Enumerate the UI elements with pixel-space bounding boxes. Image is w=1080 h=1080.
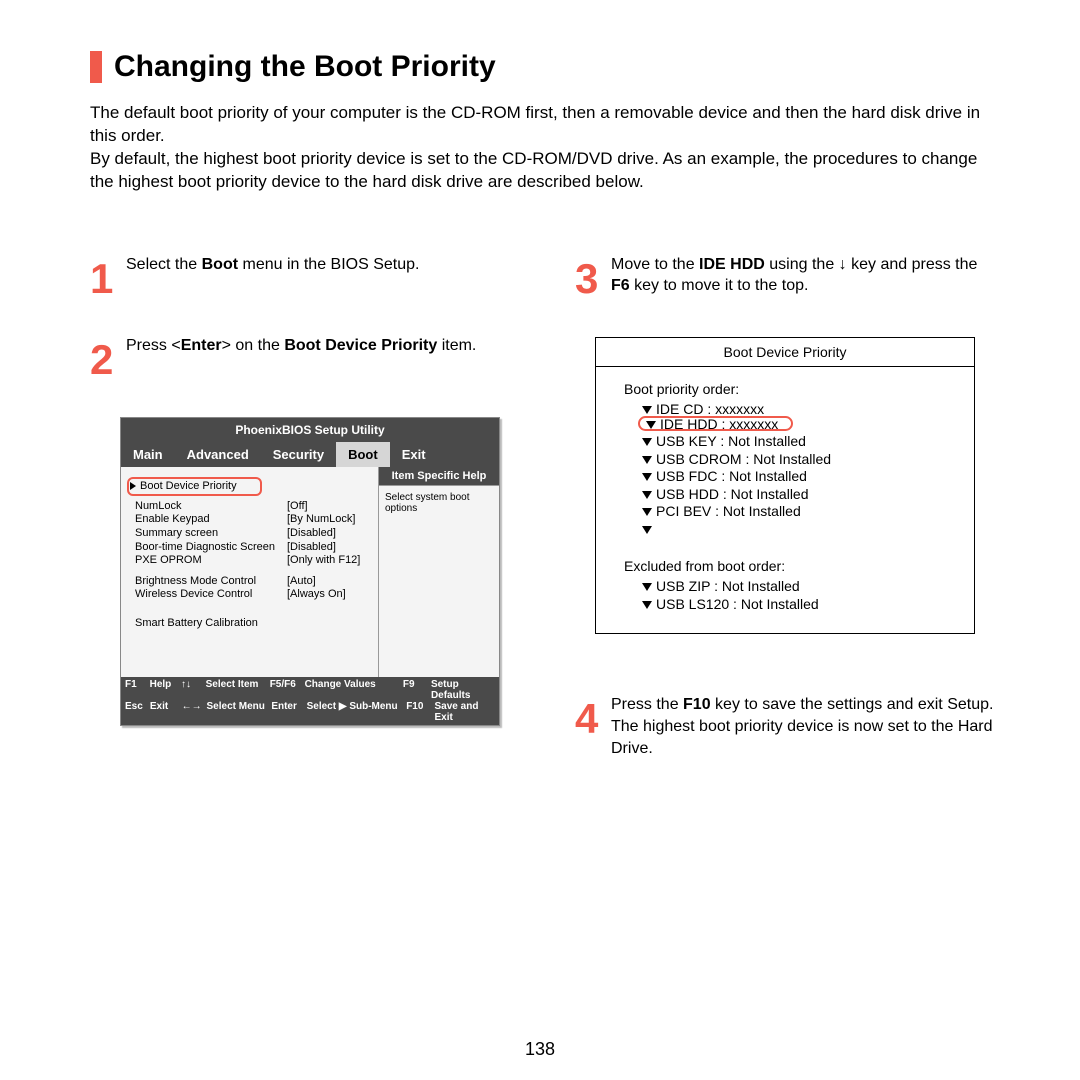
bios-row[interactable]: Smart Battery Calibration: [127, 617, 372, 630]
priority-item[interactable]: PCI BEV : Not Installed: [642, 503, 946, 521]
triangle-right-icon: [130, 482, 136, 490]
step-3-body: Move to the IDE HDD using the ↓ key and …: [611, 254, 1000, 297]
page-title-row: Changing the Boot Priority: [90, 50, 1000, 84]
bios-row[interactable]: PXE OPROM[Only with F12]: [127, 554, 372, 567]
triangle-down-icon: [642, 406, 652, 414]
priority-item[interactable]: IDE CD : xxxxxxx: [642, 401, 946, 419]
triangle-down-icon: [642, 601, 652, 609]
ide-hdd-highlight[interactable]: IDE HDD : xxxxxxx: [638, 416, 793, 431]
step-number: 2: [90, 335, 126, 377]
bios-row[interactable]: Boor-time Diagnostic Screen[Disabled]: [127, 541, 372, 554]
step-3: 3 Move to the IDE HDD using the ↓ key an…: [575, 254, 1000, 297]
tab-security[interactable]: Security: [261, 442, 336, 467]
bios-help-body: Select system boot options: [379, 485, 499, 520]
step-number: 1: [90, 254, 126, 296]
triangle-down-icon: [642, 438, 652, 446]
step-4-body: Press the F10 key to save the settings a…: [611, 694, 1000, 759]
boot-priority-title: Boot Device Priority: [596, 338, 974, 367]
excluded-label: Excluded from boot order:: [624, 558, 946, 574]
step-1-body: Select the Boot menu in the BIOS Setup.: [126, 254, 419, 296]
priority-item[interactable]: USB KEY : Not Installed: [642, 433, 946, 451]
tab-exit[interactable]: Exit: [390, 442, 438, 467]
triangle-down-icon: [642, 583, 652, 591]
triangle-down-icon: [642, 508, 652, 516]
bios-row[interactable]: NumLock[Off]: [127, 500, 372, 513]
triangle-down-icon: [642, 526, 652, 534]
bios-footer: F1 Help ↑↓ Select Item F5/F6 Change Valu…: [121, 677, 499, 725]
page-number: 138: [0, 1039, 1080, 1060]
boot-priority-order-label: Boot priority order:: [624, 381, 946, 397]
step-4: 4 Press the F10 key to save the settings…: [575, 694, 1000, 759]
bios-row[interactable]: Enable Keypad[By NumLock]: [127, 513, 372, 526]
bios-row[interactable]: Wireless Device Control[Always On]: [127, 588, 372, 601]
triangle-down-icon: [642, 456, 652, 464]
tab-boot[interactable]: Boot: [336, 442, 390, 467]
triangle-down-icon: [646, 421, 656, 429]
step-number: 4: [575, 694, 611, 759]
bios-help-pane: Item Specific Help Select system boot op…: [379, 467, 499, 677]
page-title: Changing the Boot Priority: [114, 50, 496, 84]
triangle-down-icon: [642, 491, 652, 499]
bios-help-header: Item Specific Help: [379, 467, 499, 485]
boot-priority-box: Boot Device Priority Boot priority order…: [595, 337, 975, 635]
priority-item[interactable]: USB FDC : Not Installed: [642, 468, 946, 486]
priority-item[interactable]: USB CDROM : Not Installed: [642, 451, 946, 469]
title-accent-bar: [90, 51, 102, 83]
bios-row[interactable]: Brightness Mode Control[Auto]: [127, 575, 372, 588]
bios-title: PhoenixBIOS Setup Utility: [121, 418, 499, 442]
intro-p2: By default, the highest boot priority de…: [90, 149, 977, 191]
right-column: 3 Move to the IDE HDD using the ↓ key an…: [575, 254, 1000, 799]
bios-tabs: Main Advanced Security Boot Exit: [121, 442, 499, 467]
intro-text: The default boot priority of your comput…: [90, 102, 1000, 194]
excluded-item[interactable]: USB LS120 : Not Installed: [642, 596, 946, 614]
tab-main[interactable]: Main: [121, 442, 175, 467]
bios-setup-screenshot: PhoenixBIOS Setup Utility Main Advanced …: [120, 417, 500, 726]
priority-item[interactable]: USB HDD : Not Installed: [642, 486, 946, 504]
intro-p1: The default boot priority of your comput…: [90, 103, 980, 145]
triangle-down-icon: [642, 473, 652, 481]
excluded-item[interactable]: USB ZIP : Not Installed: [642, 578, 946, 596]
bios-left-pane: Boot Device Priority NumLock[Off] Enable…: [121, 467, 379, 677]
tab-advanced[interactable]: Advanced: [175, 442, 261, 467]
left-column: 1 Select the Boot menu in the BIOS Setup…: [90, 254, 515, 799]
step-2: 2 Press <Enter> on the Boot Device Prior…: [90, 335, 515, 377]
boot-device-priority-label: Boot Device Priority: [140, 480, 237, 493]
step-1: 1 Select the Boot menu in the BIOS Setup…: [90, 254, 515, 296]
step-number: 3: [575, 254, 611, 297]
priority-item[interactable]: [642, 521, 946, 539]
bios-row[interactable]: Summary screen[Disabled]: [127, 527, 372, 540]
boot-device-priority-item[interactable]: Boot Device Priority: [127, 477, 262, 496]
step-2-body: Press <Enter> on the Boot Device Priorit…: [126, 335, 476, 377]
